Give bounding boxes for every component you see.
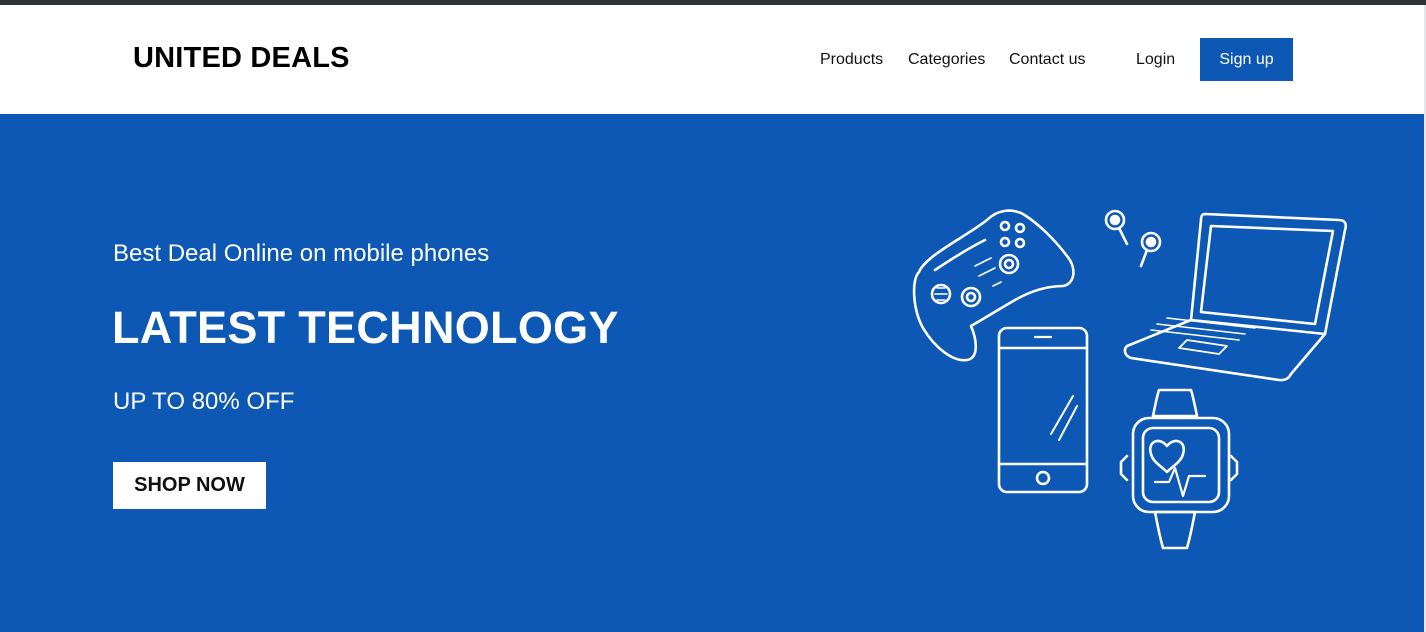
smartphone-icon <box>997 326 1089 494</box>
site-header: UNITED DEALS Products Categories Contact… <box>0 5 1424 114</box>
nav-contact[interactable]: Contact us <box>1009 51 1085 69</box>
earbuds-icon <box>1104 209 1162 268</box>
hero-title: LATEST TECHNOLOGY <box>112 302 619 353</box>
smartwatch-icon <box>1119 388 1239 550</box>
laptop-icon <box>1123 212 1348 382</box>
signup-button[interactable]: Sign up <box>1200 38 1293 81</box>
hero-offer: UP TO 80% OFF <box>113 388 295 415</box>
shop-now-label: SHOP NOW <box>134 474 245 496</box>
hero-tagline: Best Deal Online on mobile phones <box>113 240 490 267</box>
shop-now-button[interactable]: SHOP NOW <box>113 462 266 509</box>
nav-categories[interactable]: Categories <box>908 51 985 69</box>
brand-logo[interactable]: UNITED DEALS <box>133 42 350 75</box>
signup-label: Sign up <box>1219 50 1274 68</box>
devices-illustration <box>905 200 1355 560</box>
login-link[interactable]: Login <box>1136 51 1175 69</box>
nav-products[interactable]: Products <box>820 51 883 69</box>
